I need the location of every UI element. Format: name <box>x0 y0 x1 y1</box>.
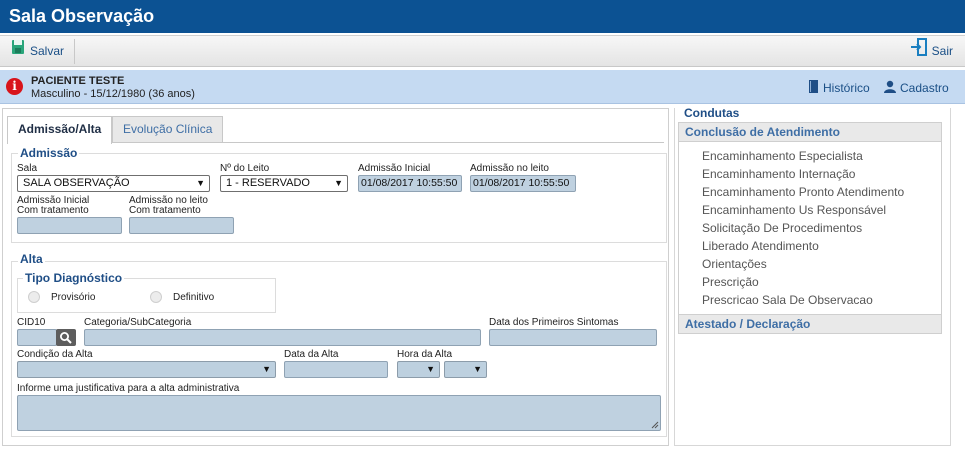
chevron-down-icon: ▼ <box>473 364 482 374</box>
tipo-diagnostico-title: Tipo Diagnóstico <box>23 271 125 285</box>
admissao-title: Admissão <box>18 146 80 160</box>
condutas-title: Condutas <box>682 106 742 120</box>
alert-icon: i <box>6 78 23 95</box>
radio-provisorio-label: Provisório <box>51 292 96 303</box>
history-link[interactable]: Histórico <box>808 80 870 96</box>
accordion-conclusao-atendimento[interactable]: Conclusão de Atendimento <box>678 122 942 142</box>
list-item-encaminhamento-internacao[interactable]: Encaminhamento Internação <box>702 167 855 181</box>
patient-info: Masculino - 15/12/1980 (36 anos) <box>31 88 195 100</box>
sala-value: SALA OBSERVAÇÃO <box>23 177 130 189</box>
data-sintomas-field[interactable] <box>489 329 657 346</box>
adm-inicial-trat-label-2: Com tratamento <box>17 205 89 216</box>
leito-value: 1 - RESERVADO <box>226 177 310 189</box>
adm-leito-trat-label-2: Com tratamento <box>129 205 201 216</box>
adm-leito-field[interactable]: 01/08/2017 10:55:50 <box>470 175 576 192</box>
adm-leito-trat-field[interactable] <box>129 217 234 234</box>
categoria-field[interactable] <box>84 329 481 346</box>
list-item-prescricao[interactable]: Prescrição <box>702 275 759 289</box>
chevron-down-icon: ▼ <box>196 178 205 188</box>
justificativa-textarea[interactable] <box>17 395 661 431</box>
exit-label: Sair <box>931 44 953 58</box>
register-link-label: Cadastro <box>900 81 949 95</box>
page-title: Sala Observação <box>0 0 965 33</box>
chevron-down-icon: ▼ <box>334 178 343 188</box>
tab-admissao-alta[interactable]: Admissão/Alta <box>7 116 113 144</box>
save-label: Salvar <box>30 44 65 58</box>
patient-bar: i PACIENTE TESTE Masculino - 15/12/1980 … <box>0 70 965 104</box>
adm-leito-label: Admissão no leito <box>470 163 549 174</box>
data-alta-label: Data da Alta <box>284 349 339 360</box>
adm-inicial-trat-field[interactable] <box>17 217 122 234</box>
save-button[interactable]: Salvar <box>0 39 76 64</box>
data-alta-field[interactable] <box>284 361 388 378</box>
sala-select[interactable]: SALA OBSERVAÇÃO ▼ <box>17 175 210 192</box>
list-item-solicitacao-procedimentos[interactable]: Solicitação De Procedimentos <box>702 221 862 235</box>
condicao-label: Condição da Alta <box>17 349 93 360</box>
search-icon <box>60 332 72 344</box>
resize-handle-icon[interactable] <box>651 421 659 429</box>
radio-definitivo-label: Definitivo <box>173 292 215 303</box>
register-link[interactable]: Cadastro <box>884 80 949 96</box>
list-item-encaminhamento-pronto-atendimento[interactable]: Encaminhamento Pronto Atendimento <box>702 185 904 199</box>
categoria-label: Categoria/SubCategoria <box>84 317 192 328</box>
list-item-prescricao-sala-observacao[interactable]: Prescricao Sala De Observacao <box>702 293 873 307</box>
save-icon <box>10 39 26 64</box>
accordion-atestado-declaracao[interactable]: Atestado / Declaração <box>678 314 942 334</box>
list-item-encaminhamento-especialista[interactable]: Encaminhamento Especialista <box>702 149 863 163</box>
exit-button[interactable]: Sair <box>900 38 957 65</box>
hora-alta-hour-select[interactable]: ▼ <box>397 361 440 378</box>
cid-search-button[interactable] <box>56 329 76 346</box>
hora-alta-label: Hora da Alta <box>397 349 453 360</box>
list-item-encaminhamento-us-responsavel[interactable]: Encaminhamento Us Responsável <box>702 203 886 217</box>
exit-icon <box>910 38 928 65</box>
leito-select[interactable]: 1 - RESERVADO ▼ <box>220 175 348 192</box>
patient-name: PACIENTE TESTE <box>31 75 125 87</box>
justificativa-label: Informe uma justificativa para a alta ad… <box>17 383 240 394</box>
leito-label: Nº do Leito <box>220 163 270 174</box>
condicao-select[interactable]: ▼ <box>17 361 276 378</box>
cid-label: CID10 <box>17 317 46 328</box>
chevron-down-icon: ▼ <box>426 364 435 374</box>
user-icon <box>884 80 896 96</box>
book-icon <box>808 80 819 96</box>
data-sintomas-label: Data dos Primeiros Sintomas <box>489 317 619 328</box>
adm-inicial-label: Admissão Inicial <box>358 163 431 174</box>
radio-provisorio[interactable] <box>28 291 40 303</box>
chevron-down-icon: ▼ <box>262 364 271 374</box>
list-item-liberado-atendimento[interactable]: Liberado Atendimento <box>702 239 819 253</box>
main-panel: Admissão/Alta Evolução Clínica Admissão … <box>2 108 669 446</box>
radio-definitivo[interactable] <box>150 291 162 303</box>
toolbar: Salvar Sair <box>0 35 965 67</box>
adm-inicial-field[interactable]: 01/08/2017 10:55:50 <box>358 175 462 192</box>
history-link-label: Histórico <box>823 81 870 95</box>
alta-title: Alta <box>18 252 45 266</box>
list-item-orientacoes[interactable]: Orientações <box>702 257 767 271</box>
sala-label: Sala <box>17 163 38 174</box>
tab-evolucao-clinica[interactable]: Evolução Clínica <box>112 116 224 143</box>
hora-alta-minute-select[interactable]: ▼ <box>444 361 487 378</box>
cid-field[interactable] <box>17 329 57 346</box>
